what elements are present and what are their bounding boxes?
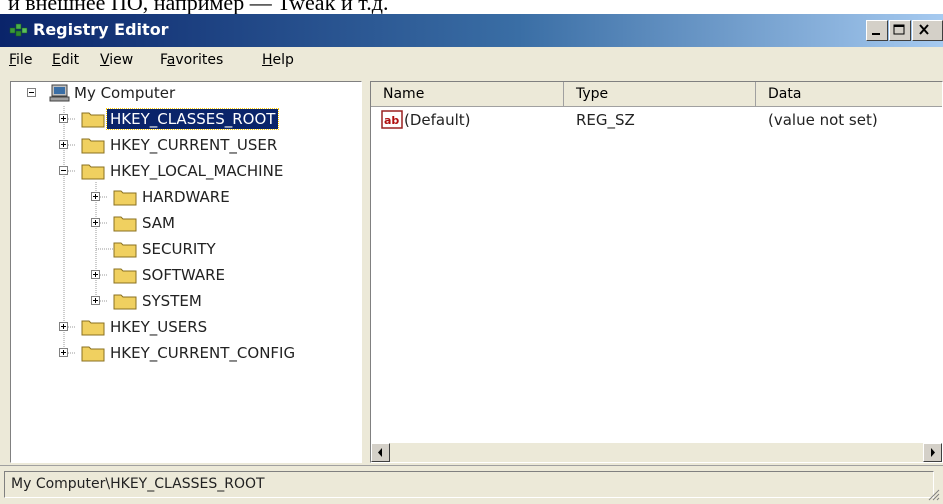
title-bar[interactable]: Registry Editor xyxy=(0,14,943,47)
folder-icon xyxy=(113,216,137,232)
expand-icon[interactable] xyxy=(59,322,68,331)
ab-string-value-icon: ab xyxy=(381,110,403,129)
tree-node-label: HARDWARE xyxy=(142,188,230,206)
svg-text:ab: ab xyxy=(384,114,399,127)
registry-tree[interactable]: My Computer HKEY_CLASSES_ROOT HKEY_CURRE… xyxy=(10,81,362,463)
folder-icon xyxy=(113,242,137,258)
value-type: REG_SZ xyxy=(576,111,635,129)
tree-node-label: SYSTEM xyxy=(142,292,202,310)
resize-grip-icon[interactable] xyxy=(926,487,940,501)
expand-icon[interactable] xyxy=(59,348,68,357)
maximize-icon xyxy=(893,24,905,35)
maximize-button[interactable] xyxy=(889,20,911,41)
tree-node-label: SAM xyxy=(142,214,176,232)
tree-node-software[interactable]: SOFTWARE xyxy=(11,264,351,288)
tree-node-label: HKEY_USERS xyxy=(110,318,208,336)
column-header-type[interactable]: Type xyxy=(564,82,756,107)
tree-node-hardware[interactable]: HARDWARE xyxy=(11,186,351,210)
minimize-icon xyxy=(872,33,880,35)
window-title: Registry Editor xyxy=(33,20,169,39)
close-icon xyxy=(919,24,929,35)
open-folder-icon xyxy=(81,164,105,180)
collapse-icon[interactable] xyxy=(27,88,36,97)
expand-icon[interactable] xyxy=(91,218,100,227)
folder-icon xyxy=(113,190,137,206)
tree-node-hkey-classes-root[interactable]: HKEY_CLASSES_ROOT xyxy=(11,108,351,132)
tree-root-label: My Computer xyxy=(74,84,176,102)
folder-icon xyxy=(81,112,105,128)
value-data: (value not set) xyxy=(768,111,878,129)
registry-editor-window: Registry Editor File Edit View Favorites… xyxy=(0,14,943,504)
arrow-left-icon xyxy=(378,448,382,457)
menu-help[interactable]: Help xyxy=(262,52,294,68)
scroll-right-button[interactable] xyxy=(923,443,942,462)
caption-text: и внешнее ПО, например — Tweak и т.д. xyxy=(8,0,389,14)
horizontal-scrollbar[interactable] xyxy=(371,443,942,462)
tree-node-hkey-current-user[interactable]: HKEY_CURRENT_USER xyxy=(11,134,351,158)
menu-bar: File Edit View Favorites Help xyxy=(0,47,943,77)
column-header-label: Name xyxy=(383,86,425,102)
column-header-data[interactable]: Data xyxy=(756,82,942,107)
tree-node-label: SOFTWARE xyxy=(142,266,226,284)
menu-view[interactable]: View xyxy=(100,52,133,68)
tree-node-hkey-current-config[interactable]: HKEY_CURRENT_CONFIG xyxy=(11,342,351,366)
tree-node-hkey-users[interactable]: HKEY_USERS xyxy=(11,316,351,340)
tree-node-sam[interactable]: SAM xyxy=(11,212,351,236)
tree-node-security[interactable]: SECURITY xyxy=(11,238,351,262)
column-header-name[interactable]: Name xyxy=(371,82,564,107)
menu-favorites[interactable]: Favorites xyxy=(160,52,223,68)
menu-file[interactable]: File xyxy=(9,52,32,68)
folder-icon xyxy=(81,138,105,154)
menu-edit[interactable]: Edit xyxy=(52,52,79,68)
expand-icon[interactable] xyxy=(59,114,68,123)
tree-node-label: HKEY_LOCAL_MACHINE xyxy=(110,162,284,180)
folder-icon xyxy=(81,320,105,336)
folder-icon xyxy=(113,268,137,284)
list-row-default[interactable]: ab (Default) REG_SZ (value not set) xyxy=(371,109,942,133)
tree-root-my-computer[interactable]: My Computer xyxy=(11,82,351,106)
tree-node-label: SECURITY xyxy=(142,240,216,258)
arrow-right-icon xyxy=(931,448,935,457)
collapse-icon[interactable] xyxy=(59,166,68,175)
folder-icon xyxy=(113,294,137,310)
registry-editor-icon xyxy=(9,23,28,37)
tree-node-label: HKEY_CURRENT_USER xyxy=(110,136,278,154)
tree-node-label: HKEY_CURRENT_CONFIG xyxy=(110,344,296,362)
folder-icon xyxy=(81,346,105,362)
minimize-button[interactable] xyxy=(866,20,888,41)
tree-node-system[interactable]: SYSTEM xyxy=(11,290,351,314)
tree-node-label: HKEY_CLASSES_ROOT xyxy=(105,108,280,130)
expand-icon[interactable] xyxy=(91,296,100,305)
expand-icon[interactable] xyxy=(91,192,100,201)
value-name: (Default) xyxy=(404,111,471,129)
values-list[interactable]: Name Type Data ab (Default) REG_SZ (valu… xyxy=(370,81,943,463)
my-computer-icon xyxy=(49,84,70,102)
status-path-field: My Computer\HKEY_CLASSES_ROOT xyxy=(4,471,934,498)
expand-icon[interactable] xyxy=(59,140,68,149)
column-header-label: Data xyxy=(768,86,802,102)
status-path: My Computer\HKEY_CLASSES_ROOT xyxy=(11,476,265,492)
scroll-left-button[interactable] xyxy=(371,443,390,462)
page-caption-fragment: и внешнее ПО, например — Tweak и т.д. xyxy=(0,0,943,14)
status-bar: My Computer\HKEY_CLASSES_ROOT xyxy=(0,465,943,504)
column-header-label: Type xyxy=(576,86,609,102)
close-button[interactable] xyxy=(912,20,943,41)
expand-icon[interactable] xyxy=(91,270,100,279)
tree-node-hkey-local-machine[interactable]: HKEY_LOCAL_MACHINE xyxy=(11,160,351,184)
pane-splitter[interactable] xyxy=(362,81,370,463)
